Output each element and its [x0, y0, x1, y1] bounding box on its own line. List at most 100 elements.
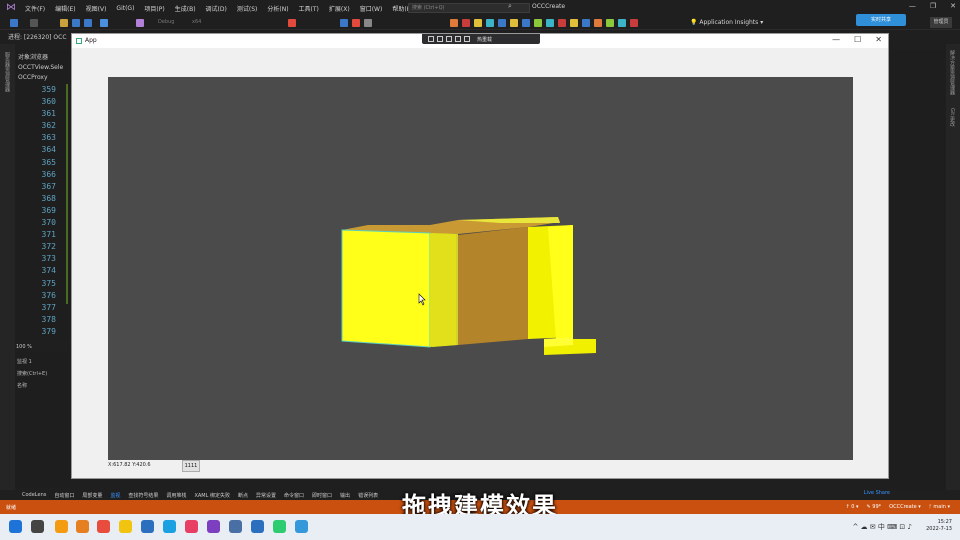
platform-select[interactable]: x64 — [192, 19, 201, 25]
display-adorners-icon[interactable] — [446, 36, 452, 42]
line-number: 367 — [41, 181, 56, 191]
menu-edit[interactable]: 编辑(E) — [50, 4, 80, 13]
line-number: 378 — [41, 314, 56, 324]
tool-icon-6[interactable] — [510, 19, 518, 27]
forward-icon[interactable] — [30, 19, 38, 27]
r-app-icon[interactable] — [141, 520, 154, 533]
app-maximize-icon[interactable]: ☐ — [854, 35, 861, 44]
object-browser-item[interactable]: OCCProxy — [18, 74, 48, 81]
minimize-icon[interactable]: — — [909, 2, 916, 10]
select-element-icon[interactable] — [437, 36, 443, 42]
app-button[interactable]: 1111 — [182, 460, 200, 472]
application-insights-button[interactable]: 💡 Application Insights ▾ — [690, 19, 763, 26]
clock[interactable]: 15:27 2022-7-13 — [926, 519, 952, 533]
save-all-icon[interactable] — [84, 19, 92, 27]
line-number: 368 — [41, 193, 56, 203]
live-tree-icon[interactable] — [428, 36, 434, 42]
git-changes-tab[interactable]: Git 更改 — [949, 108, 956, 127]
r-app-2-icon[interactable] — [251, 520, 264, 533]
menu-debug[interactable]: 调试(D) — [201, 4, 232, 13]
admin-badge: 管理员 — [930, 17, 952, 28]
close-icon[interactable]: ✕ — [950, 2, 956, 10]
tool-icon-3[interactable] — [474, 19, 482, 27]
line-number: 365 — [41, 157, 56, 167]
edge-icon[interactable] — [163, 520, 176, 533]
file-explorer-icon[interactable] — [119, 520, 132, 533]
tool-icon-2[interactable] — [462, 19, 470, 27]
watch-search-input[interactable]: 搜索(Ctrl+E) — [17, 370, 47, 377]
tool-icon-12[interactable] — [582, 19, 590, 27]
wechat-icon[interactable] — [273, 520, 286, 533]
zoom-level[interactable]: 100 % — [16, 344, 32, 350]
restart-icon[interactable] — [364, 19, 372, 27]
app-red-icon[interactable] — [97, 520, 110, 533]
visual-studio-icon[interactable] — [207, 520, 220, 533]
line-number: 366 — [41, 169, 56, 179]
solution-explorer-panel — [890, 50, 946, 490]
solution-explorer-tab[interactable]: 解决方案资源管理器 — [949, 50, 956, 95]
menu-analyze[interactable]: 分析(N) — [262, 4, 293, 13]
menu-test[interactable]: 测试(S) — [232, 4, 263, 13]
menu-file[interactable]: 文件(F) — [20, 4, 50, 13]
tool-icon-4[interactable] — [486, 19, 494, 27]
process-label: 进程: [226320] OCC — [8, 34, 67, 41]
search-icon[interactable]: ⌕ — [508, 2, 512, 11]
menu-git[interactable]: Git(G) — [111, 5, 139, 12]
live-share-button[interactable]: 实时共享 — [856, 14, 906, 26]
line-number: 376 — [41, 290, 56, 300]
undo-icon[interactable] — [100, 19, 108, 27]
config-select[interactable]: Debug — [158, 19, 174, 25]
tool-icon-7[interactable] — [522, 19, 530, 27]
line-numbers: 358 359 360 361 362 363 364 365 366 367 … — [30, 84, 56, 338]
app-a-icon[interactable] — [229, 520, 242, 533]
menu-window[interactable]: 窗口(W) — [355, 4, 388, 13]
tool-icon-16[interactable] — [630, 19, 638, 27]
tool-icon-8[interactable] — [534, 19, 542, 27]
menu-project[interactable]: 项目(P) — [139, 4, 169, 13]
line-number: 369 — [41, 205, 56, 215]
app-window-taskbar-icon[interactable] — [295, 520, 308, 533]
system-tray-icons[interactable]: ^ ☁ ✉ 中 ⌨ ⊡ ♪ — [852, 522, 912, 532]
tool-icon-13[interactable] — [594, 19, 602, 27]
search-app-icon[interactable] — [76, 520, 89, 533]
tool-icon-9[interactable] — [546, 19, 554, 27]
menu-build[interactable]: 生成(B) — [170, 4, 201, 13]
maximize-icon[interactable]: ❐ — [930, 2, 936, 10]
menu-bar: ⋈ 文件(F) 编辑(E) 视图(V) Git(G) 项目(P) 生成(B) 调… — [0, 0, 960, 16]
app-pink-icon[interactable] — [185, 520, 198, 533]
object-browser-item[interactable]: OCCTView.Sele — [18, 64, 63, 71]
server-explorer-tab[interactable]: 服务器资源管理器 — [4, 52, 10, 92]
open-icon[interactable] — [60, 19, 68, 27]
tool-icon-14[interactable] — [606, 19, 614, 27]
app-minimize-icon[interactable]: — — [832, 35, 840, 44]
line-number: 359 — [41, 85, 56, 94]
track-focus-icon[interactable] — [455, 36, 461, 42]
binding-icon[interactable] — [464, 36, 470, 42]
tool-icon-5[interactable] — [498, 19, 506, 27]
windows-taskbar: ^ ☁ ✉ 中 ⌨ ⊡ ♪ 15:27 2022-7-13 — [0, 514, 960, 540]
app-titlebar: App 热重载 — ☐ ✕ — [72, 34, 888, 48]
menu-tools[interactable]: 工具(T) — [294, 4, 324, 13]
occ-3d-viewport[interactable] — [108, 77, 853, 460]
hot-reload-label[interactable]: 热重载 — [477, 36, 492, 43]
menu-view[interactable]: 视图(V) — [81, 4, 112, 13]
weather-icon[interactable] — [55, 520, 68, 533]
tool-icon-10[interactable] — [558, 19, 566, 27]
stop-icon[interactable] — [352, 19, 360, 27]
hot-reload-icon[interactable] — [288, 19, 296, 27]
main-toolbar: Debug x64 💡 Application Insights ▾ — [0, 16, 960, 30]
menu-extensions[interactable]: 扩展(X) — [324, 4, 355, 13]
back-icon[interactable] — [10, 19, 18, 27]
save-icon[interactable] — [72, 19, 80, 27]
pause-icon[interactable] — [340, 19, 348, 27]
line-number: 373 — [41, 254, 56, 264]
start-icon[interactable] — [9, 520, 22, 533]
tool-icon-11[interactable] — [570, 19, 578, 27]
tool-icon-15[interactable] — [618, 19, 626, 27]
search-taskbar-icon[interactable] — [31, 520, 44, 533]
tool-icon-1[interactable] — [450, 19, 458, 27]
app-close-icon[interactable]: ✕ — [875, 35, 882, 44]
line-number: 361 — [41, 109, 56, 119]
line-number: 370 — [41, 218, 56, 228]
config-icon[interactable] — [136, 19, 144, 27]
